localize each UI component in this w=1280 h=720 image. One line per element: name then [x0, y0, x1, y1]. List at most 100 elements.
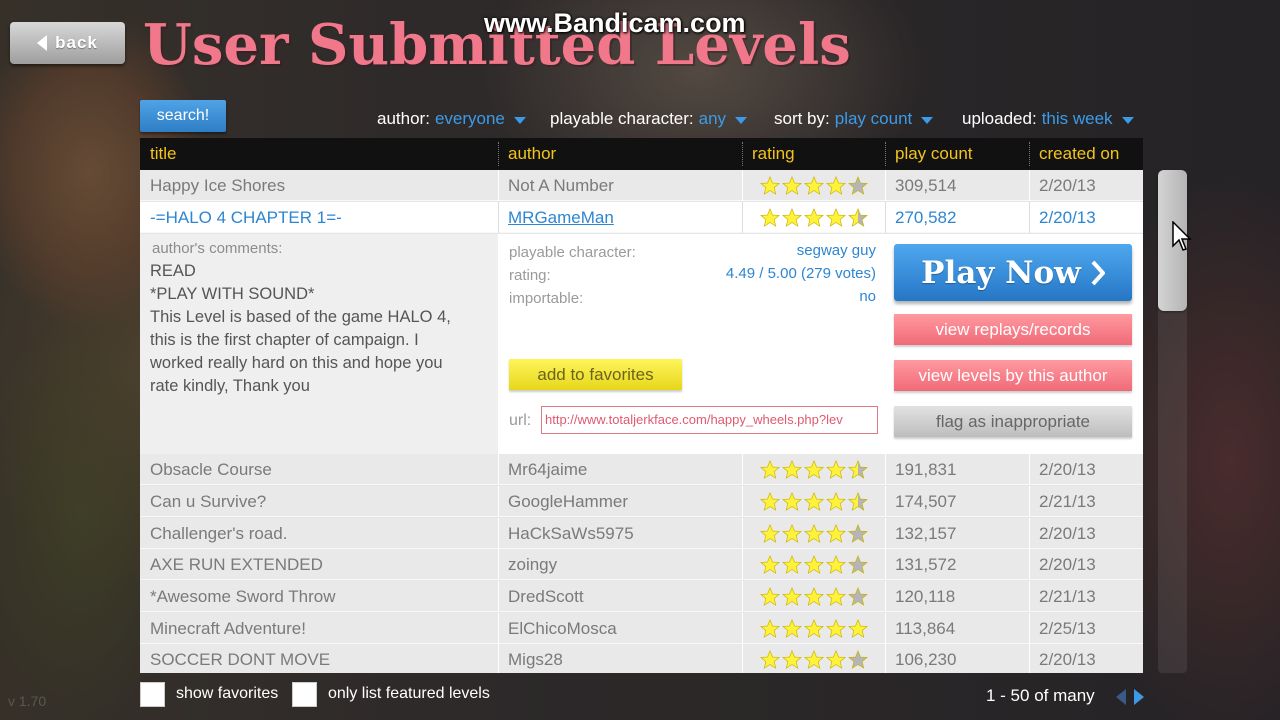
- play-count-cell: 131,572: [895, 555, 957, 574]
- star-full-icon: [782, 176, 802, 195]
- star-empty-icon: [848, 555, 868, 574]
- cell-divider: [742, 549, 743, 580]
- star-empty-icon: [848, 176, 868, 195]
- view-replays-button[interactable]: view replays/records: [894, 314, 1132, 345]
- star-full-icon: [760, 555, 780, 574]
- comments-label: author's comments:: [152, 240, 283, 257]
- star-full-icon: [826, 587, 846, 606]
- filter-playable-character[interactable]: playable character: any: [550, 109, 748, 129]
- level-author-cell: Migs28: [508, 650, 563, 669]
- level-author-cell[interactable]: MRGameMan: [498, 202, 614, 233]
- pagination-text: 1 - 50 of many: [986, 686, 1095, 705]
- cell-divider: [742, 518, 743, 549]
- cell-divider: [742, 644, 743, 673]
- level-author-cell: Not A Number: [508, 176, 614, 195]
- column-header-title[interactable]: title: [140, 138, 176, 170]
- star-full-icon: [804, 587, 824, 606]
- info-value-importable: no: [859, 288, 876, 305]
- cell-divider: [742, 170, 743, 201]
- view-levels-by-author-button[interactable]: view levels by this author: [894, 360, 1132, 391]
- show-favorites-checkbox[interactable]: [140, 682, 165, 707]
- filter-uploaded[interactable]: uploaded: this week: [962, 109, 1134, 129]
- info-label-playable-character: playable character:: [509, 244, 636, 261]
- play-count-cell: 270,582: [895, 208, 957, 227]
- filter-label: sort by:: [774, 109, 830, 128]
- play-count-cell: 132,157: [895, 524, 957, 543]
- table-header: title author rating play count created o…: [140, 138, 1143, 170]
- filter-sort-by[interactable]: sort by: play count: [774, 109, 934, 129]
- level-url-field[interactable]: http://www.totaljerkface.com/happy_wheel…: [541, 406, 878, 434]
- dropdown-caret-icon: [1121, 116, 1134, 124]
- play-count-cell: 174,507: [895, 492, 957, 511]
- play-count-cell: 309,514: [895, 176, 957, 195]
- info-label-rating: rating:: [509, 267, 551, 284]
- star-full-icon: [782, 460, 802, 479]
- star-full-icon: [760, 650, 780, 669]
- filter-value: this week: [1041, 109, 1113, 128]
- next-page-icon[interactable]: [1132, 688, 1146, 706]
- rating-stars: [760, 587, 868, 606]
- created-on-cell: 2/20/13: [1039, 555, 1096, 574]
- comment-line: READ: [150, 262, 196, 280]
- star-full-icon: [804, 619, 824, 638]
- table-row[interactable]: -=HALO 4 CHAPTER 1=- MRGameMan 270,582 2/20…: [140, 202, 1143, 233]
- back-arrow-icon: [37, 35, 48, 51]
- table-row[interactable]: Minecraft Adventure! ElChicoMosca 113,864 2…: [140, 613, 1143, 644]
- cell-divider: [742, 454, 743, 485]
- table-row[interactable]: SOCCER DONT MOVE Migs28 106,230 2/20/13: [140, 644, 1143, 673]
- cell-divider: [742, 486, 743, 517]
- table-row[interactable]: *Awesome Sword Throw DredScott 120,118 2/21…: [140, 581, 1143, 612]
- column-header-rating[interactable]: rating: [742, 138, 795, 170]
- created-on-cell: 2/20/13: [1039, 650, 1096, 669]
- created-on-cell: 2/25/13: [1039, 619, 1096, 638]
- level-author-cell: GoogleHammer: [508, 492, 628, 511]
- star-full-icon: [826, 176, 846, 195]
- column-header-author[interactable]: author: [498, 138, 556, 170]
- recorder-watermark: www.Bandicam.com: [484, 8, 746, 38]
- star-full-icon: [804, 524, 824, 543]
- filter-value: any: [698, 109, 727, 128]
- featured-levels-checkbox[interactable]: [292, 682, 317, 707]
- table-row[interactable]: Can u Survive? GoogleHammer 174,507 2/21/13: [140, 486, 1143, 517]
- search-button[interactable]: search!: [140, 100, 226, 132]
- created-on-cell: 2/20/13: [1039, 524, 1096, 543]
- add-to-favorites-button[interactable]: add to favorites: [509, 359, 682, 390]
- table-row[interactable]: AXE RUN EXTENDED zoingy 131,572 2/20/13: [140, 549, 1143, 580]
- back-button[interactable]: back: [10, 22, 125, 64]
- star-full-icon: [782, 650, 802, 669]
- filter-label: playable character:: [550, 109, 694, 128]
- info-value-rating: 4.49 / 5.00 (279 votes): [725, 265, 876, 282]
- star-full-icon: [826, 492, 846, 511]
- star-full-icon: [760, 176, 780, 195]
- table-row[interactable]: Happy Ice Shores Not A Number 309,514 2/20/…: [140, 170, 1143, 201]
- play-count-cell: 191,831: [895, 460, 957, 479]
- level-title-cell: Obsacle Course: [150, 460, 272, 479]
- star-full-icon: [760, 587, 780, 606]
- star-full-icon: [804, 650, 824, 669]
- star-full-icon: [848, 619, 868, 638]
- table-row[interactable]: Challenger's road. HaCkSaWs5975 132,157 2/2…: [140, 518, 1143, 549]
- star-full-icon: [760, 208, 780, 227]
- table-row[interactable]: Obsacle Course Mr64jaime 191,831 2/20/13: [140, 454, 1143, 485]
- comment-line: this is the first chapter of campaign. I: [150, 331, 419, 349]
- column-header-play-count[interactable]: play count: [885, 138, 973, 170]
- star-full-icon: [804, 555, 824, 574]
- level-title-cell: Minecraft Adventure!: [150, 619, 306, 638]
- levels-table: title author rating play count created o…: [140, 138, 1143, 673]
- rating-stars: [760, 176, 868, 195]
- flag-inappropriate-button[interactable]: flag as inappropriate: [894, 406, 1132, 437]
- play-count-cell: 120,118: [895, 587, 956, 606]
- rating-stars: [760, 555, 868, 574]
- filter-value: everyone: [434, 109, 505, 128]
- column-header-created-on[interactable]: created on: [1029, 138, 1119, 170]
- play-count-cell: 113,864: [895, 619, 956, 638]
- prev-page-icon[interactable]: [1114, 688, 1128, 706]
- level-title-cell: Challenger's road.: [150, 524, 288, 543]
- filter-label: author:: [377, 109, 430, 128]
- level-author-cell: zoingy: [508, 555, 558, 574]
- filter-label: uploaded:: [962, 109, 1037, 128]
- play-now-button[interactable]: Play Now: [894, 244, 1132, 301]
- star-full-icon: [760, 619, 780, 638]
- created-on-cell: 2/20/13: [1039, 176, 1096, 195]
- filter-author[interactable]: author: everyone: [377, 109, 526, 129]
